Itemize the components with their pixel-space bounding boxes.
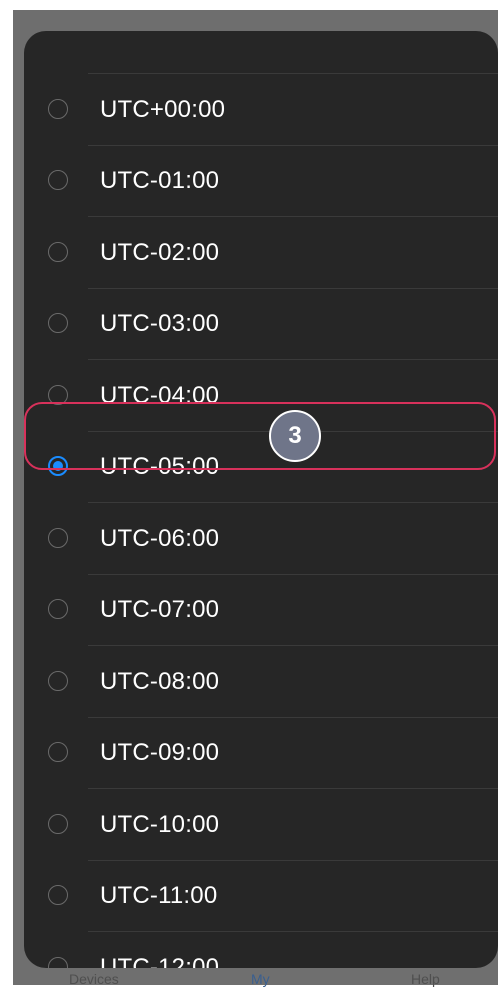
timezone-option-label: UTC+00:00 [100,95,226,123]
timezone-option-label: UTC-08:00 [100,667,220,695]
timezone-option-label: UTC-06:00 [100,524,220,552]
radio-unchecked-icon[interactable] [48,313,68,334]
timezone-list: UTC+00:00 UTC-01:00 UTC-02:00 UTC-03:00 UTC-… [24,74,498,968]
timezone-option[interactable]: UTC-08:00 [24,646,498,718]
timezone-option[interactable]: UTC-12:00 [24,932,498,968]
timezone-option-label: UTC-01:00 [100,167,220,195]
radio-unchecked-icon[interactable] [48,527,68,548]
radio-unchecked-icon[interactable] [48,98,68,119]
timezone-option[interactable]: UTC+00:00 [24,74,498,146]
timezone-option-label: UTC-05:00 [100,453,220,481]
timezone-option[interactable]: UTC-04:00 [24,360,498,432]
timezone-option[interactable]: UTC-11:00 [24,861,498,932]
radio-unchecked-icon[interactable] [48,742,68,763]
radio-unchecked-icon[interactable] [48,813,68,834]
timezone-option[interactable]: UTC-07:00 [24,575,498,646]
timezone-option[interactable]: UTC-10:00 [24,789,498,861]
radio-unchecked-icon[interactable] [48,384,68,405]
timezone-picker-sheet: UTC+00:00 UTC-01:00 UTC-02:00 UTC-03:00 UTC-… [24,31,498,968]
timezone-option-label: UTC-09:00 [100,739,220,767]
timezone-option-label: UTC-12:00 [100,953,220,968]
timezone-option-label: UTC-11:00 [100,882,218,910]
timezone-option-label: UTC-10:00 [100,810,220,838]
radio-unchecked-icon[interactable] [48,956,68,968]
timezone-option[interactable]: UTC-03:00 [24,289,498,360]
timezone-option[interactable]: UTC-05:00 [24,432,498,503]
radio-unchecked-icon[interactable] [48,241,68,262]
timezone-option[interactable]: UTC-01:00 [24,146,498,217]
radio-unchecked-icon[interactable] [48,670,68,691]
radio-unchecked-icon[interactable] [48,885,68,906]
radio-checked-icon[interactable] [48,456,68,477]
timezone-option[interactable]: UTC-09:00 [24,718,498,789]
timezone-option-label: UTC-02:00 [100,238,220,266]
radio-unchecked-icon[interactable] [48,599,68,620]
timezone-option-label: UTC-07:00 [100,596,220,624]
timezone-option-label: UTC-04:00 [100,381,220,409]
step-badge: 3 [269,410,321,462]
timezone-option[interactable]: UTC-06:00 [24,503,498,575]
timezone-option[interactable]: UTC-02:00 [24,217,498,289]
timezone-option-label: UTC-03:00 [100,310,220,338]
radio-unchecked-icon[interactable] [48,170,68,191]
